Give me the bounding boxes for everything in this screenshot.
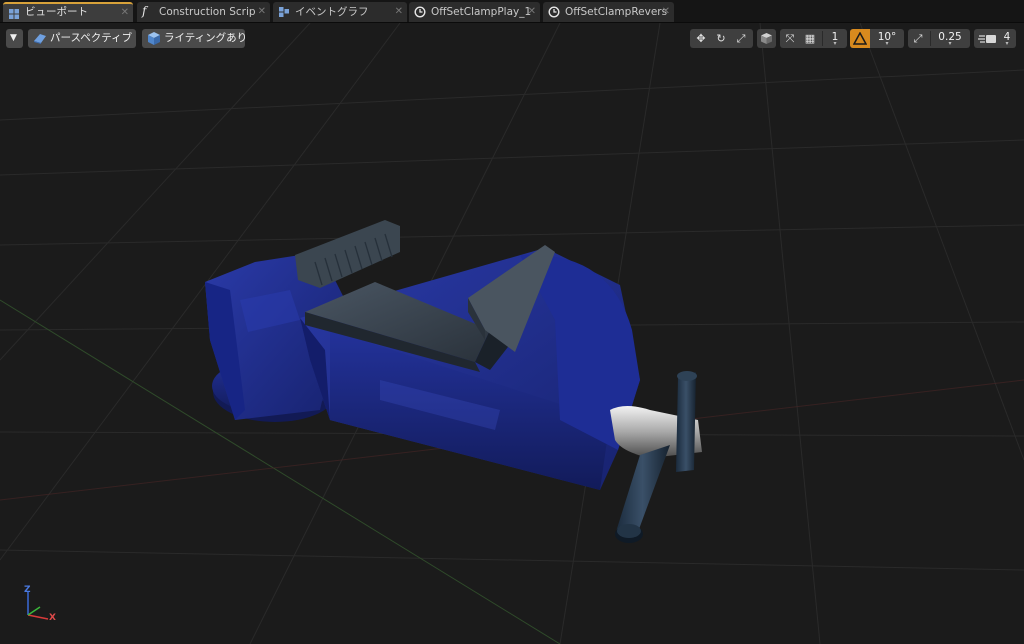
dropdown-arrow-icon: ▼ [10,33,17,43]
viewport[interactable]: ▼ パースペクティブ ライティングあり ✥ ↻ ⤢ ⤧ ▦ 1 ▾ 10° ▾ … [0,23,1024,644]
transform-mode-group: ✥ ↻ ⤢ [690,29,753,48]
tab-offset-clamp-play[interactable]: OffSetClampPlay_1 ✕ [409,2,540,22]
scale-snap-icon[interactable]: ⤢ [909,29,927,48]
scale-icon[interactable]: ⤢ [732,29,750,48]
lighting-mode-button[interactable]: ライティングあり [142,29,248,48]
camera-speed-icon [978,35,996,43]
lighting-mode-label: ライティングあり [164,32,248,44]
function-icon: f [142,4,147,18]
camera-speed-button[interactable]: 4 ▾ [974,29,1016,48]
rotation-snap-group: 10° ▾ [850,29,904,48]
tab-label: OffSetClampPlay_1 [431,6,532,18]
grid-snap-group: ⤧ ▦ 1 ▾ [780,29,847,48]
viewport-grid-icon [9,9,19,19]
tab-bar: ビューポート ✕ f Construction Scrip ✕ イベントグラフ … [0,0,1024,23]
lit-cube-icon [148,32,160,45]
chevron-down-icon: ▾ [885,40,889,47]
surface-snap-icon[interactable]: ⤧ [781,29,799,48]
chevron-down-icon: ▾ [1005,40,1009,47]
rotate-icon[interactable]: ↻ [712,29,730,48]
view-mode-label: パースペクティブ [50,32,133,44]
translate-icon[interactable]: ✥ [692,29,710,48]
rotation-snap-toggle[interactable] [850,29,870,48]
scene-canvas[interactable] [0,23,1024,644]
close-icon[interactable]: ✕ [395,2,403,22]
bench-vise-model[interactable] [205,220,702,543]
close-icon[interactable]: ✕ [528,2,536,22]
event-graph-icon [279,7,289,17]
tab-event-graph[interactable]: イベントグラフ ✕ [273,2,407,22]
close-icon[interactable]: ✕ [662,2,670,22]
close-icon[interactable]: ✕ [258,2,266,22]
tab-offset-clamp-reverse[interactable]: OffSetClampRevers ✕ [543,2,674,22]
rotation-snap-icon [853,32,867,45]
z-axis-label: Z [24,585,31,595]
close-icon[interactable]: ✕ [121,4,129,21]
timeline-clock-icon [414,6,426,18]
timeline-clock-icon [548,6,560,18]
tab-viewport[interactable]: ビューポート ✕ [3,2,133,22]
viewport-options-button[interactable]: ▼ [6,29,23,48]
coordinate-space-button[interactable] [757,29,776,48]
view-mode-button[interactable]: パースペクティブ [28,29,136,48]
local-cube-icon [761,33,772,44]
tab-label: イベントグラフ [295,6,369,18]
chevron-down-icon: ▾ [833,40,837,47]
tab-label: Construction Scrip [159,6,256,18]
scale-snap-group: ⤢ 0.25 ▾ [908,29,970,48]
x-axis-label: X [49,613,56,623]
tab-label: ビューポート [25,6,88,18]
tab-construction-script[interactable]: f Construction Scrip ✕ [137,2,270,22]
tab-label: OffSetClampRevers [565,6,668,18]
axis-gizmo [27,591,49,620]
perspective-icon [34,34,46,44]
grid-snap-icon[interactable]: ▦ [801,29,819,48]
chevron-down-icon: ▾ [948,40,952,47]
